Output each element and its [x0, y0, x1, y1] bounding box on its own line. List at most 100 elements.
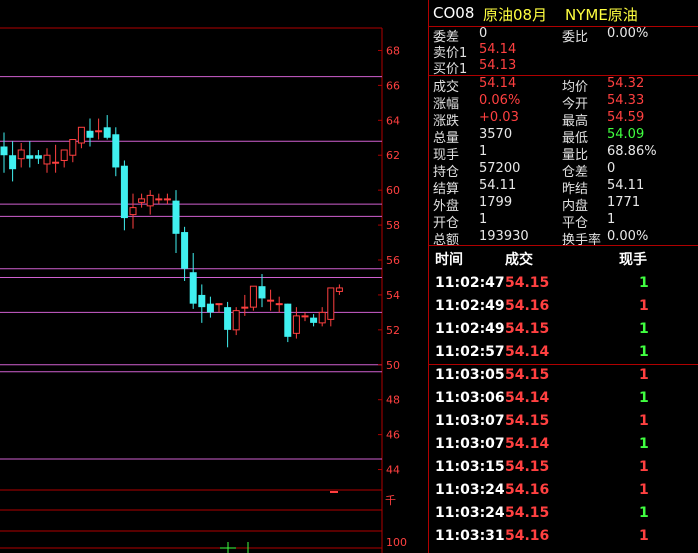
tick-volume: 1 — [639, 459, 649, 475]
tick-row: 11:03:24 54.15 1 — [429, 502, 698, 525]
quote-row: 委差 0 委比 0.00% — [429, 26, 698, 45]
candle — [95, 118, 103, 140]
tick-volume: 1 — [639, 344, 649, 360]
tick-volume: 1 — [639, 413, 649, 429]
candle-body — [86, 130, 94, 138]
candle-body — [301, 315, 309, 318]
candle-body — [120, 165, 128, 219]
tick-volume: 1 — [639, 275, 649, 291]
tick-time: 11:03:24 — [435, 505, 505, 521]
candle — [292, 307, 300, 339]
divider — [429, 364, 698, 365]
candle-body — [172, 200, 180, 234]
tick-time: 11:03:07 — [435, 413, 505, 429]
quote-row: 持仓 57200 仓差 0 — [429, 161, 698, 180]
quote-value: 1 — [479, 144, 488, 159]
candle-body — [318, 311, 326, 324]
axis-tick-label: 48 — [386, 394, 400, 407]
candle-body — [215, 303, 223, 306]
tick-price: 54.15 — [505, 505, 550, 521]
candle — [189, 253, 197, 309]
axis-tick-label: 56 — [386, 254, 400, 267]
candle — [310, 314, 318, 327]
quote-row: 外盘 1799 内盘 1771 — [429, 195, 698, 214]
quote-value: 193930 — [479, 229, 529, 244]
candle-body — [284, 303, 292, 337]
tick-time: 11:02:49 — [435, 321, 505, 337]
tick-time: 11:03:05 — [435, 367, 505, 383]
candle — [0, 132, 8, 173]
candle-body — [0, 146, 8, 156]
candle-body — [327, 287, 335, 320]
candle — [224, 301, 232, 348]
candle-body — [17, 149, 25, 160]
candle-body — [43, 154, 51, 165]
candle-body — [198, 294, 206, 308]
quote-value: 0.00% — [607, 26, 649, 41]
candle — [172, 190, 180, 254]
tick-row: 11:03:07 54.15 1 — [429, 410, 698, 433]
axis-tick-label: 52 — [386, 324, 400, 337]
candle-body — [9, 155, 17, 170]
quote-value: 3570 — [479, 127, 513, 142]
tick-price: 54.16 — [505, 528, 550, 544]
tick-price: 54.15 — [505, 321, 550, 337]
candle — [198, 284, 206, 323]
divider — [429, 245, 698, 246]
tick-header-time: 时间 — [435, 252, 463, 268]
tick-volume: 1 — [639, 505, 649, 521]
tick-time: 11:03:07 — [435, 436, 505, 452]
tick-price: 54.16 — [505, 482, 550, 498]
quote-value: 0 — [607, 161, 616, 176]
axis-tick-label: 66 — [386, 79, 400, 92]
candle — [138, 193, 146, 208]
quote-value: 0.06% — [479, 93, 521, 108]
candlestick-chart[interactable]: 68 66 64 62 60 58 56 54 52 50 48 46 44 千 100 — [0, 0, 428, 553]
candle — [301, 312, 309, 322]
candle — [284, 303, 292, 343]
candle — [34, 149, 42, 164]
candle — [129, 193, 137, 229]
tick-time: 11:03:06 — [435, 390, 505, 406]
candle-body — [52, 161, 60, 164]
quote-value: 54.11 — [479, 178, 517, 193]
candle-body — [77, 126, 85, 144]
tick-time: 11:02:49 — [435, 298, 505, 314]
tick-price: 54.15 — [505, 459, 550, 475]
candle-body — [232, 310, 240, 331]
tick-time: 11:02:57 — [435, 344, 505, 360]
tick-time: 11:03:24 — [435, 482, 505, 498]
tick-volume: 1 — [639, 367, 649, 383]
candle — [181, 226, 189, 281]
quote-value: 54.11 — [607, 178, 645, 193]
sub-axis-label: 100 — [386, 536, 407, 549]
tick-row: 11:02:49 54.15 1 — [429, 318, 698, 341]
candle — [77, 126, 85, 149]
candle-body — [146, 194, 154, 207]
candle-body — [69, 139, 77, 156]
axis-tick-label: 60 — [386, 184, 400, 197]
candle-body — [163, 198, 171, 201]
candle — [43, 148, 51, 173]
quote-value: 68.86% — [607, 144, 657, 159]
tick-volume: 1 — [639, 482, 649, 498]
candle-body — [26, 155, 34, 159]
quote-value: 57200 — [479, 161, 521, 176]
quote-value: 0.00% — [607, 229, 649, 244]
volume-axis-label: 千 — [385, 494, 396, 507]
axis-tick-label: 44 — [386, 464, 400, 477]
axis-tick-label: 64 — [386, 114, 400, 127]
tick-volume: 1 — [639, 436, 649, 452]
axis-tick-label: 46 — [386, 429, 400, 442]
candle-body — [292, 315, 300, 334]
quote-value: 54.14 — [479, 76, 517, 91]
quote-row: 买价1 54.13 — [429, 58, 698, 77]
tick-price: 54.14 — [505, 344, 550, 360]
candle-body — [189, 272, 197, 304]
candle — [112, 127, 120, 177]
candle-body — [34, 155, 42, 159]
candle-body — [310, 317, 318, 323]
tick-time: 11:03:31 — [435, 528, 505, 544]
axis-tick-label: 62 — [386, 149, 400, 162]
exchange-name: NYME原油 — [565, 6, 638, 24]
